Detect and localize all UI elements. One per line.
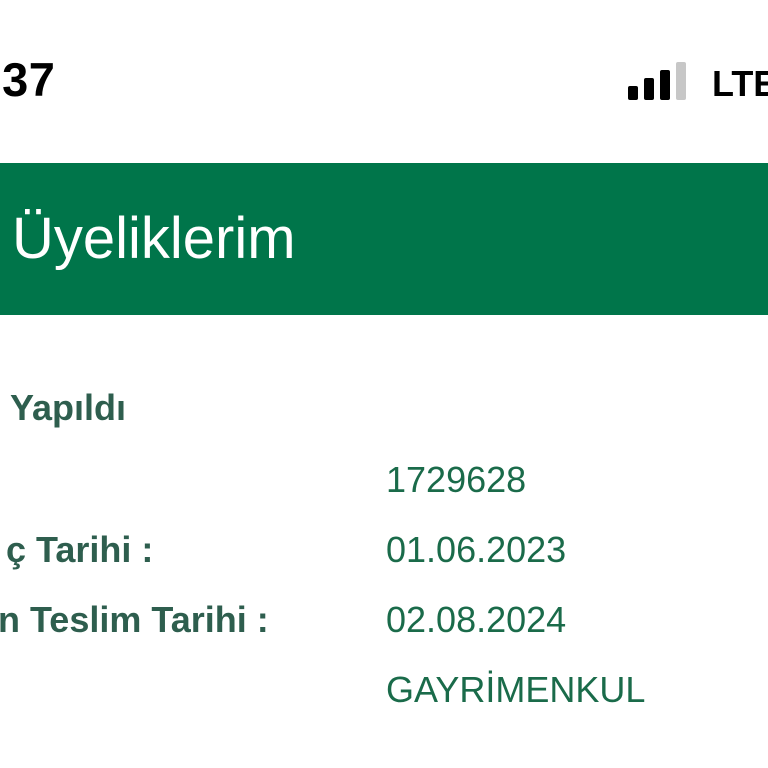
status-bar-clock: :37 [0, 53, 56, 106]
field-label-start-date: ç Tarihi : [6, 529, 154, 570]
signal-bar-3 [660, 70, 670, 100]
signal-bar-1 [628, 86, 638, 100]
cellular-signal-icon [628, 60, 692, 100]
status-bar: :37 LTE [0, 0, 768, 163]
membership-status: Yapıldı [10, 387, 127, 428]
field-value-start-date: 01.06.2023 [386, 529, 567, 570]
signal-bar-2 [644, 78, 654, 100]
field-value-category: GAYRİMENKUL [386, 669, 646, 710]
field-value-id: 1729628 [386, 459, 527, 500]
field-label-delivery-date: n Teslim Tarihi : [0, 599, 269, 640]
page-title: Üyeliklerim [12, 206, 296, 271]
network-type-label: LTE [712, 63, 768, 104]
field-value-delivery-date: 02.08.2024 [386, 599, 567, 640]
signal-bar-4 [676, 62, 686, 100]
